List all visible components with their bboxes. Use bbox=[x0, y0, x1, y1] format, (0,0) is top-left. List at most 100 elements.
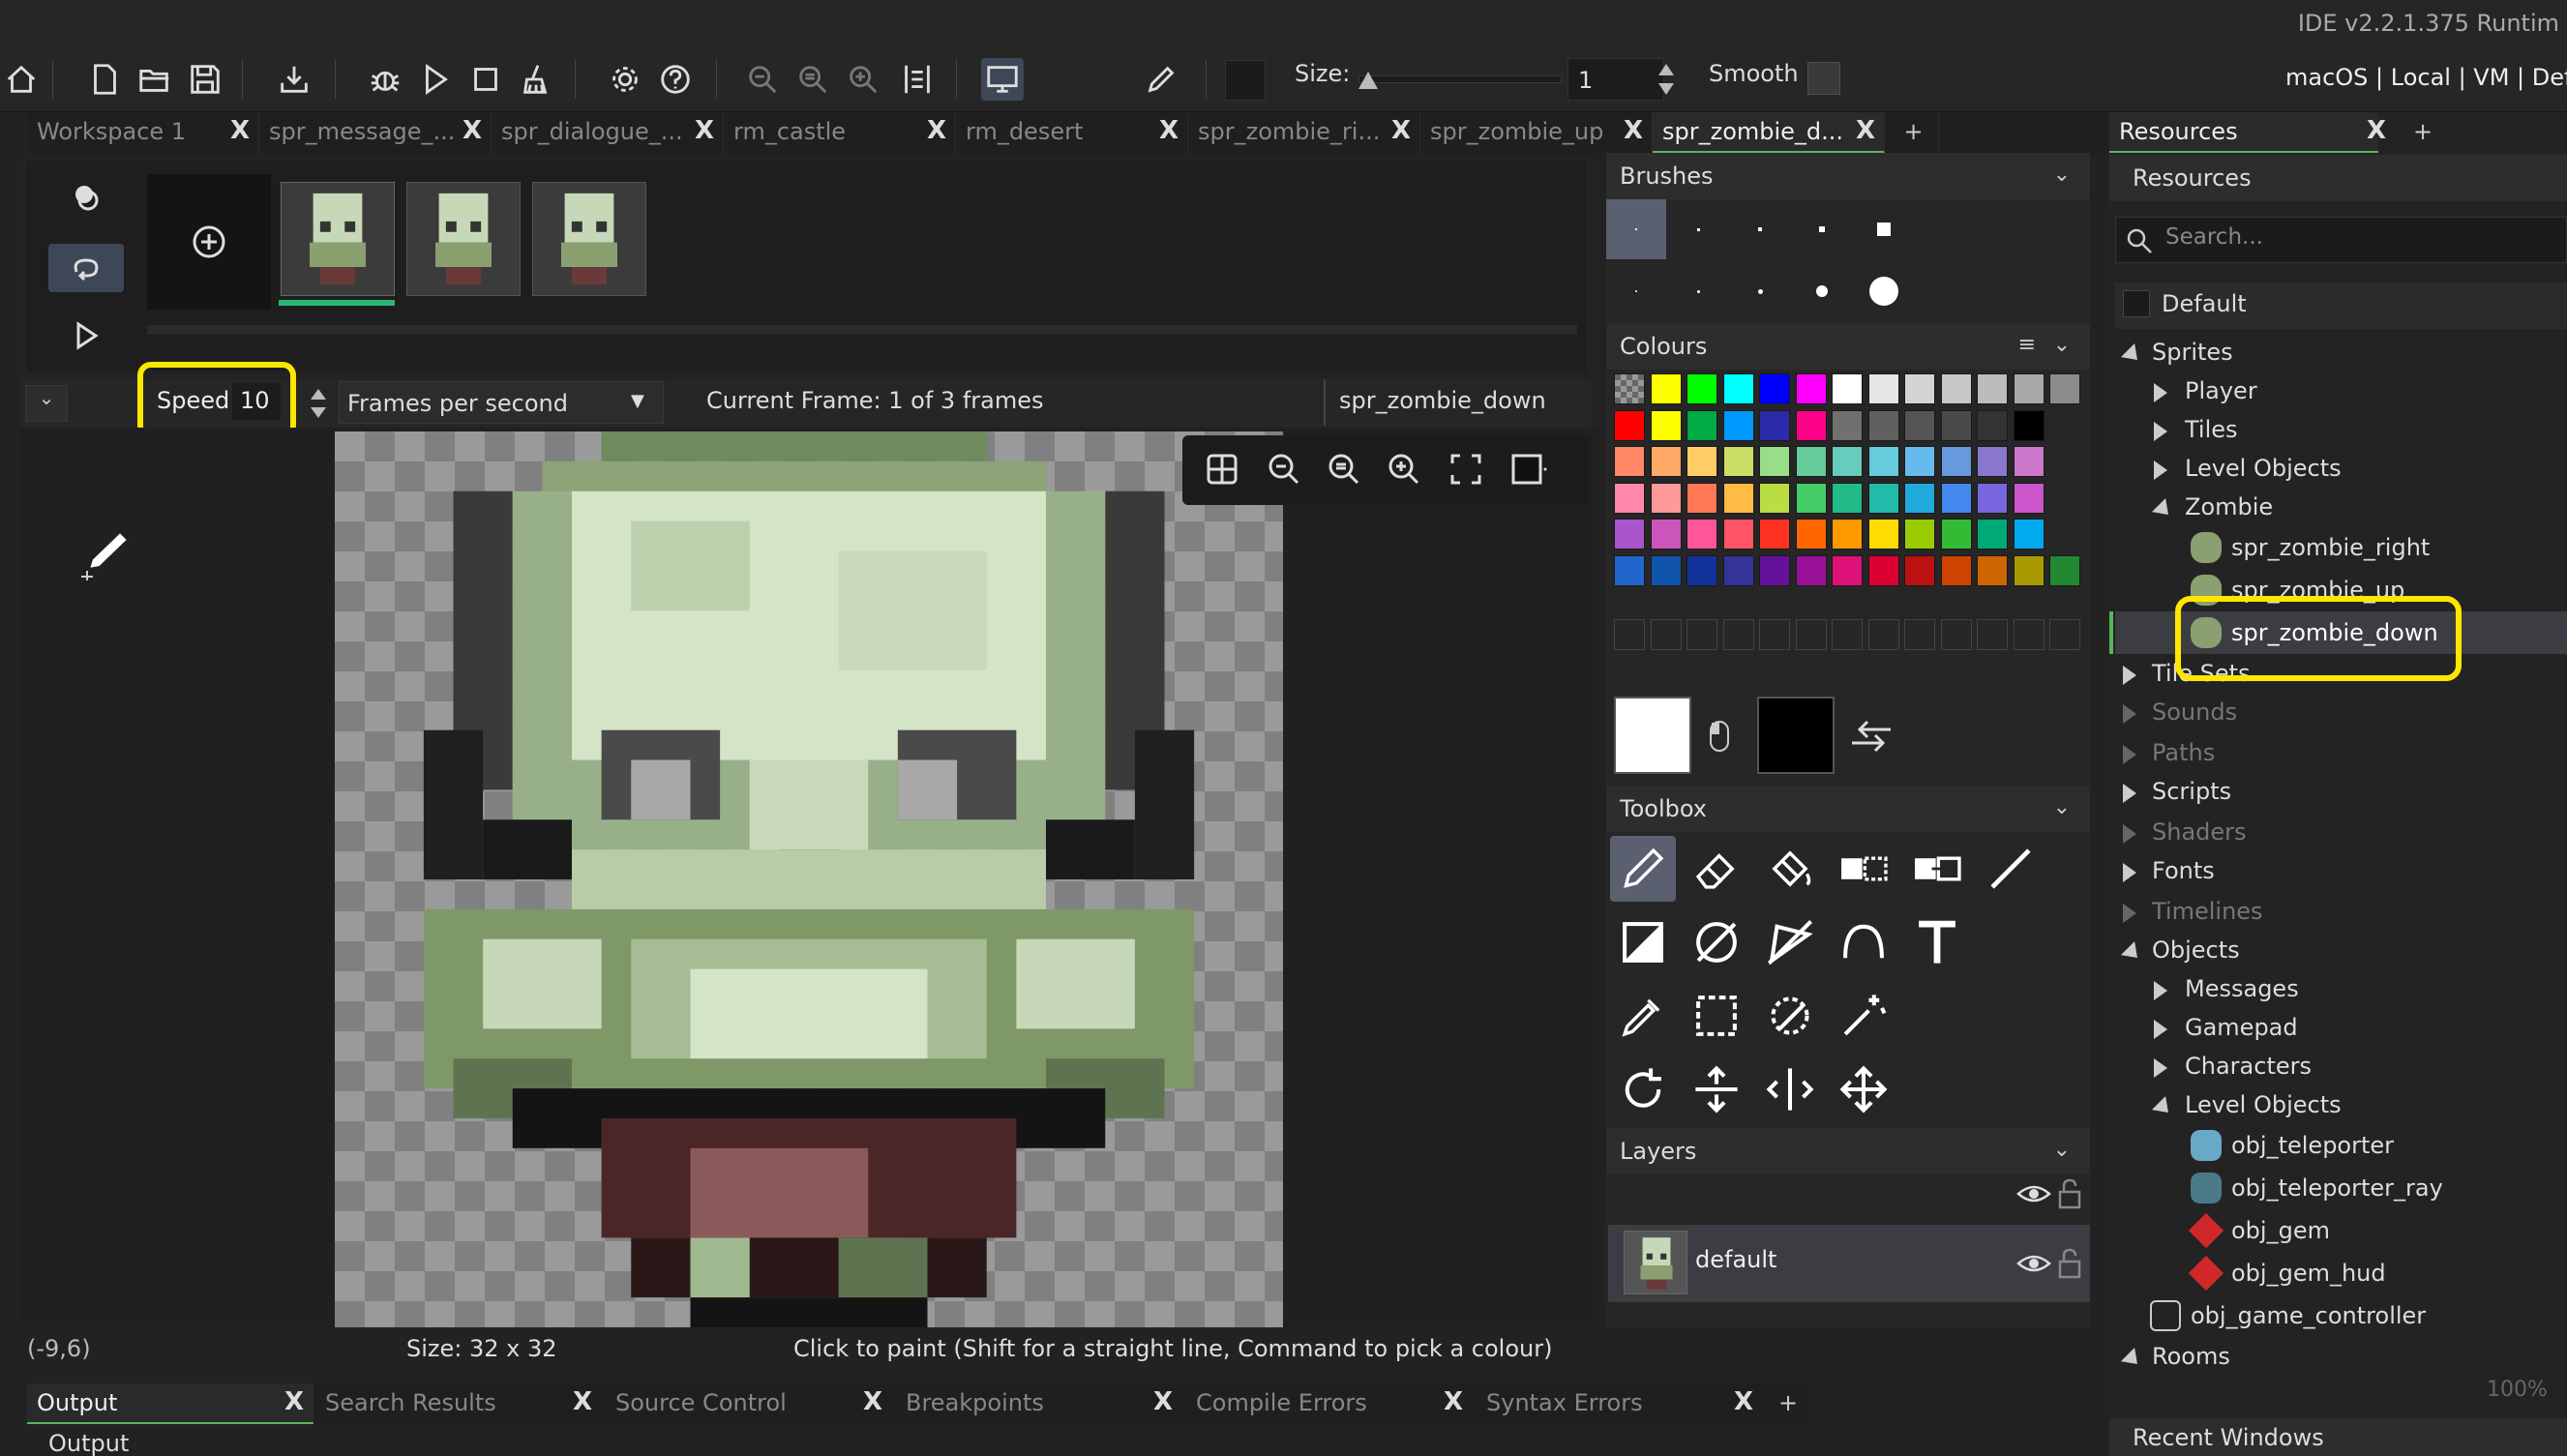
text-tool-icon[interactable] bbox=[1904, 909, 1970, 975]
lock-icon[interactable] bbox=[2057, 1176, 2082, 1211]
chevron-down-icon[interactable]: ⌄ bbox=[2053, 795, 2071, 819]
empty-swatch[interactable] bbox=[1904, 619, 1935, 650]
close-icon[interactable]: X bbox=[1153, 1387, 1173, 1416]
colour-swatch[interactable] bbox=[1650, 409, 1682, 441]
tree-item-obj-gem[interactable]: obj_gem bbox=[2231, 1217, 2330, 1244]
colour-swatch[interactable] bbox=[1940, 446, 1972, 477]
close-icon[interactable]: X bbox=[230, 116, 250, 145]
tree-item-obj-gem-hud[interactable]: obj_gem_hud bbox=[2231, 1260, 2386, 1287]
colour-swatch[interactable] bbox=[1614, 519, 1645, 550]
colour-swatch[interactable] bbox=[1832, 373, 1863, 404]
colour-swatch[interactable] bbox=[1977, 519, 2008, 550]
colour-swatch[interactable] bbox=[1904, 554, 1935, 586]
rotate-tool-icon[interactable] bbox=[1610, 1056, 1676, 1122]
speed-spinner[interactable] bbox=[308, 385, 329, 422]
colour-swatch[interactable] bbox=[1832, 446, 1863, 477]
onion-skin-icon[interactable] bbox=[48, 174, 124, 223]
frame-thumbnail[interactable] bbox=[532, 182, 646, 296]
tree-folder-paths[interactable]: Paths bbox=[2152, 739, 2215, 766]
close-icon[interactable]: X bbox=[1444, 1387, 1463, 1416]
close-icon[interactable]: X bbox=[1624, 116, 1643, 145]
colour-swatch[interactable] bbox=[1977, 554, 2008, 586]
colour-swatch[interactable] bbox=[1977, 373, 2008, 404]
colour-swatch[interactable] bbox=[1614, 554, 1645, 586]
color-picker-tool-icon[interactable] bbox=[1610, 983, 1676, 1049]
magic-wand-tool-icon[interactable] bbox=[1831, 983, 1896, 1049]
colour-swatch[interactable] bbox=[1722, 554, 1754, 586]
eraser-tool-icon[interactable] bbox=[1684, 836, 1749, 902]
brush-4px[interactable] bbox=[1792, 199, 1852, 259]
add-tab-button[interactable]: + bbox=[1769, 1383, 1807, 1424]
doc-tab[interactable]: spr_zombie_up X bbox=[1420, 112, 1653, 153]
add-tab-button[interactable]: + bbox=[2398, 112, 2448, 153]
frame-thumbnail[interactable] bbox=[406, 182, 521, 296]
colour-swatch[interactable] bbox=[2013, 482, 2045, 514]
brush-1px[interactable] bbox=[1606, 199, 1666, 259]
doc-tab[interactable]: rm_desert X bbox=[956, 112, 1188, 153]
doc-tab[interactable]: Workspace 1X bbox=[27, 112, 259, 153]
colour-swatch[interactable] bbox=[1759, 409, 1790, 441]
colour-swatch[interactable] bbox=[1795, 554, 1827, 586]
size-spinner[interactable] bbox=[1657, 60, 1676, 99]
add-frame-button[interactable] bbox=[147, 174, 271, 310]
colour-swatch[interactable] bbox=[1795, 519, 1827, 550]
brush-3px[interactable] bbox=[1730, 199, 1790, 259]
colour-swatch[interactable] bbox=[1795, 446, 1827, 477]
colour-swatch[interactable] bbox=[1867, 519, 1899, 550]
sprite-canvas[interactable] bbox=[335, 431, 1283, 1327]
doc-tab[interactable]: spr_zombie_ri... X bbox=[1188, 112, 1420, 153]
fit-window-icon[interactable] bbox=[896, 58, 939, 101]
chevron-down-icon[interactable]: ⌄ bbox=[2053, 1138, 2071, 1162]
colour-swatch[interactable] bbox=[1832, 519, 1863, 550]
compile-errors-tab[interactable]: Compile Errors X bbox=[1186, 1383, 1473, 1424]
brush-round-3[interactable] bbox=[1730, 261, 1790, 321]
pencil-tool-icon[interactable] bbox=[1140, 58, 1182, 101]
target-selector[interactable]: macOS | Local | VM | Defa bbox=[2285, 64, 2567, 91]
close-icon[interactable]: X bbox=[573, 1387, 592, 1416]
tree-item-spr-zombie-right[interactable]: spr_zombie_right bbox=[2231, 534, 2430, 561]
tree-folder-messages[interactable]: Messages bbox=[2185, 975, 2299, 1002]
transparent-swatch[interactable] bbox=[1614, 373, 1645, 404]
chevron-down-icon[interactable]: ⌄ bbox=[25, 385, 68, 422]
colour-swatch[interactable] bbox=[1977, 482, 2008, 514]
brush-round-5[interactable] bbox=[1854, 261, 1914, 321]
close-icon[interactable]: X bbox=[1856, 116, 1875, 145]
tree-item-obj-teleporter[interactable]: obj_teleporter bbox=[2231, 1132, 2394, 1159]
close-icon[interactable]: X bbox=[863, 1387, 882, 1416]
chevron-down-icon[interactable]: ⌄ bbox=[2053, 333, 2071, 357]
secondary-color-swatch[interactable] bbox=[1757, 697, 1835, 774]
close-icon[interactable]: X bbox=[1734, 1387, 1753, 1416]
colour-swatch[interactable] bbox=[1650, 482, 1682, 514]
colour-swatch[interactable] bbox=[1904, 519, 1935, 550]
primary-color-swatch[interactable] bbox=[1614, 697, 1691, 774]
output-tab[interactable]: Output X bbox=[27, 1383, 313, 1424]
source-control-tab[interactable]: Source Control X bbox=[606, 1383, 892, 1424]
settings-gear-icon[interactable] bbox=[604, 58, 646, 101]
empty-swatch[interactable] bbox=[1977, 619, 2008, 650]
tree-folder-fonts[interactable]: Fonts bbox=[2152, 857, 2215, 884]
zoom-out-icon[interactable] bbox=[1262, 447, 1306, 491]
loop-icon[interactable] bbox=[48, 244, 124, 292]
curve-tool-icon[interactable] bbox=[1831, 909, 1896, 975]
lock-icon[interactable] bbox=[2057, 1246, 2082, 1281]
add-tab-button[interactable]: + bbox=[1889, 112, 1939, 153]
brush-round-2[interactable] bbox=[1668, 261, 1728, 321]
colour-swatch[interactable] bbox=[1867, 409, 1899, 441]
colour-swatch[interactable] bbox=[1832, 409, 1863, 441]
tree-item-obj-teleporter-ray[interactable]: obj_teleporter_ray bbox=[2231, 1174, 2443, 1202]
grid-icon[interactable] bbox=[1200, 447, 1244, 491]
colour-swatch[interactable] bbox=[1759, 482, 1790, 514]
colour-swatch[interactable] bbox=[1795, 409, 1827, 441]
close-icon[interactable]: X bbox=[1159, 116, 1179, 145]
doc-tab[interactable]: spr_dialogue_... X bbox=[492, 112, 724, 153]
colour-swatch[interactable] bbox=[1904, 373, 1935, 404]
lasso-select-tool-icon[interactable] bbox=[1757, 983, 1823, 1049]
create-executable-icon[interactable] bbox=[273, 58, 315, 101]
colour-swatch[interactable] bbox=[1832, 482, 1863, 514]
colour-swatch[interactable] bbox=[2013, 446, 2045, 477]
colour-swatch[interactable] bbox=[1904, 482, 1935, 514]
tree-folder-shaders[interactable]: Shaders bbox=[2152, 818, 2247, 846]
colour-swatch[interactable] bbox=[1686, 554, 1717, 586]
toolbox-header[interactable]: Toolbox ⌄ bbox=[1606, 786, 2090, 832]
colour-swatch[interactable] bbox=[1867, 373, 1899, 404]
